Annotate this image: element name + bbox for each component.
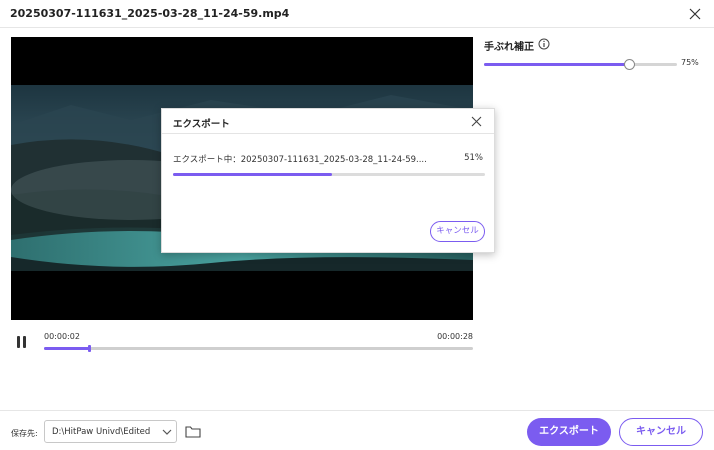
seek-handle[interactable] [88,345,92,352]
info-icon[interactable] [538,38,550,50]
stabilization-value: 75% [681,58,699,67]
export-percent: 51% [464,153,483,163]
dialog-close-icon[interactable] [470,115,483,128]
window-title: 20250307-111631_2025-03-28_11-24-59.mp4 [10,7,290,20]
dialog-header: エクスポート [162,109,494,134]
title-bar: 20250307-111631_2025-03-28_11-24-59.mp4 [0,0,714,28]
footer: 保存先: D:\HitPaw Univd\Edited エクスポート キャンセル [0,410,714,450]
folder-icon[interactable] [185,425,201,439]
export-status: エクスポート中：20250307-111631_2025-03-28_11-24… [173,155,427,165]
export-progress-bar [173,173,485,176]
save-path-value: D:\HitPaw Univd\Edited [52,427,151,437]
save-path-select[interactable]: D:\HitPaw Univd\Edited [44,420,177,443]
stabilization-label: 手ぶれ補正 [484,42,534,53]
export-button[interactable]: エクスポート [527,418,611,446]
duration: 00:00:28 [437,332,473,341]
current-time: 00:00:02 [44,332,80,341]
dialog-cancel-button[interactable]: キャンセル [430,221,485,242]
close-icon[interactable] [686,5,704,23]
cancel-button[interactable]: キャンセル [619,418,703,446]
seek-bar[interactable] [44,345,473,352]
dialog-title: エクスポート [173,119,230,130]
pause-icon[interactable] [16,336,28,348]
stabilization-fill [484,63,629,66]
export-progress-fill [173,173,333,176]
seek-progress [44,347,90,350]
export-dialog: エクスポート エクスポート中：20250307-111631_2025-03-2… [161,108,495,253]
playback-controls: 00:00:02 00:00:28 [11,330,473,354]
stabilization-slider[interactable] [484,59,677,70]
chevron-down-icon [162,429,172,435]
save-location-label: 保存先: [11,429,38,438]
stabilization-knob[interactable] [623,59,635,70]
